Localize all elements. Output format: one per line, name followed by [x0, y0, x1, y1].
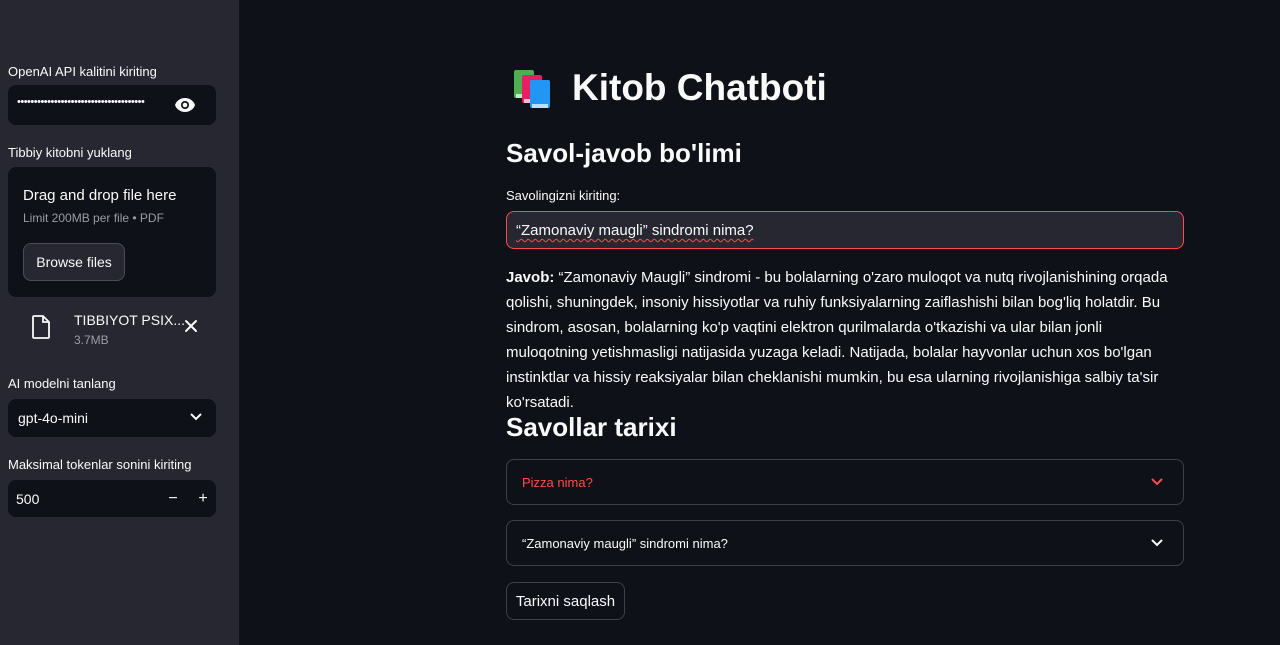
model-label: AI modelni tanlang	[8, 376, 116, 391]
upload-label: Tibbiy kitobni yuklang	[8, 145, 132, 160]
tokens-label: Maksimal tokenlar sonini kiriting	[8, 457, 192, 472]
history-section-title: Savollar tarixi	[506, 412, 677, 442]
question-label: Savolingizni kiriting:	[506, 188, 621, 203]
qa-section-title: Savol-javob bo'limi	[506, 138, 742, 168]
page-title: Kitob Chatboti	[572, 67, 827, 108]
chevron-down-icon	[1151, 478, 1163, 486]
question-input[interactable]: “Zamonaviy maugli” sindromi nima?	[506, 211, 1184, 249]
history-question: Pizza nima?	[522, 475, 593, 490]
file-name: TIBBIYOT PSIX...	[74, 312, 185, 328]
api-key-value: ••••••••••••••••••••••••••••••••••••••	[17, 96, 145, 108]
answer-body: “Zamonaviy Maugli” sindromi - bu bolalar…	[506, 269, 1168, 411]
tokens-value: 500	[16, 491, 40, 507]
close-icon[interactable]	[184, 319, 198, 333]
chevron-down-icon	[1151, 539, 1163, 547]
increment-button[interactable]: +	[188, 480, 218, 517]
decrement-button[interactable]: −	[158, 480, 188, 517]
file-icon	[32, 315, 50, 339]
books-icon	[514, 70, 550, 108]
browse-files-button[interactable]: Browse files	[23, 243, 125, 281]
answer-text: Javob: “Zamonaviy Maugli” sindromi - bu …	[506, 265, 1184, 415]
dropzone-limit: Limit 200MB per file • PDF	[23, 211, 164, 225]
history-item[interactable]: “Zamonaviy maugli” sindromi nima?	[506, 520, 1184, 566]
dropzone-title: Drag and drop file here	[23, 187, 177, 204]
sidebar: OpenAI API kalitini kiriting •••••••••••…	[0, 0, 239, 645]
file-dropzone[interactable]: Drag and drop file here Limit 200MB per …	[8, 167, 216, 297]
answer-prefix: Javob:	[506, 269, 555, 286]
chevron-down-icon	[190, 413, 202, 421]
tokens-input[interactable]: 500 − +	[8, 480, 216, 517]
model-value: gpt-4o-mini	[18, 410, 89, 426]
uploaded-file: TIBBIYOT PSIX... 3.7MB	[8, 307, 216, 351]
question-value: “Zamonaviy maugli” sindromi nima?	[516, 222, 754, 239]
eye-icon[interactable]	[174, 97, 196, 113]
file-size: 3.7MB	[74, 333, 109, 347]
model-select[interactable]: gpt-4o-mini	[8, 399, 216, 437]
save-history-button[interactable]: Tarixni saqlash	[506, 582, 625, 620]
api-key-label: OpenAI API kalitini kiriting	[8, 64, 157, 79]
api-key-input[interactable]: ••••••••••••••••••••••••••••••••••••••	[8, 85, 216, 125]
page-header: Kitob Chatboti	[506, 62, 827, 114]
history-item[interactable]: Pizza nima?	[506, 459, 1184, 505]
history-question: “Zamonaviy maugli” sindromi nima?	[522, 536, 728, 551]
